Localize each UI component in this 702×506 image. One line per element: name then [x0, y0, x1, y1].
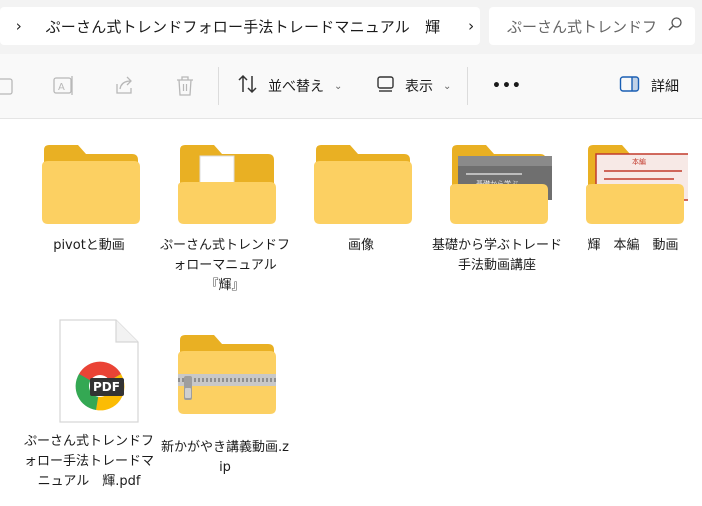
- chevron-down-icon: ⌄: [334, 80, 343, 92]
- item-label: pivotと動画: [53, 238, 125, 253]
- item-label: ぷーさん式トレンドフォローマニュアル『輝』: [160, 238, 291, 293]
- folder-with-thumbnail-icon: 本編: [586, 145, 693, 224]
- item-label: 輝 本編 動画: [587, 238, 679, 253]
- item-label: ぷーさん式トレンドフォロー手法トレードマニュアル 輝.pdf: [24, 434, 155, 489]
- pdf-file-icon: PDF: [59, 319, 139, 423]
- details-pane-icon: [619, 75, 641, 97]
- svg-text:PDF: PDF: [93, 380, 120, 394]
- item-label: 新かがやき講義動画.zip: [161, 440, 289, 475]
- rename-icon[interactable]: A: [52, 54, 76, 118]
- folder-with-document-icon: [178, 145, 276, 224]
- search-input[interactable]: ぷーさん式トレンドフ: [507, 16, 662, 37]
- toolbar-divider: [218, 67, 219, 105]
- pdf-file-item[interactable]: PDF ぷーさん式トレンドフォロー手法トレードマニュアル 輝.pdf: [24, 316, 154, 492]
- folder-item[interactable]: 画像: [296, 136, 426, 256]
- item-label: 画像: [347, 238, 374, 253]
- folder-with-thumbnail-icon: 基礎から学ぶ: [450, 145, 556, 224]
- zip-folder-item[interactable]: 新かがやき講義動画.zip: [160, 326, 290, 478]
- folder-item[interactable]: 基礎から学ぶ 基礎から学ぶトレード手法動画講座: [432, 136, 562, 276]
- paste-icon[interactable]: [0, 54, 16, 118]
- thumbnail-title: 本編: [632, 157, 646, 166]
- folder-item[interactable]: ぷーさん式トレンドフォローマニュアル『輝』: [160, 136, 290, 296]
- chevron-down-icon: ⌄: [443, 80, 452, 92]
- details-label: 詳細: [651, 79, 679, 95]
- sort-icon: [237, 73, 259, 99]
- folder-item[interactable]: pivotと動画: [24, 136, 154, 256]
- toolbar-divider: [467, 67, 468, 105]
- folder-item[interactable]: 本編 輝 本編 動画: [568, 136, 698, 256]
- folder-icon: [314, 145, 412, 224]
- view-label: 表示: [405, 79, 433, 95]
- svg-text:A: A: [58, 82, 65, 93]
- chevron-right-icon[interactable]: ›: [10, 16, 28, 36]
- breadcrumb-current-folder[interactable]: ぷーさん式トレンドフォロー手法トレードマニュアル 輝: [46, 16, 441, 37]
- zip-folder-icon: [178, 335, 276, 414]
- monitor-icon: [376, 74, 396, 98]
- folder-icon: [42, 145, 140, 224]
- sort-button[interactable]: 並べ替え ⌄: [237, 54, 342, 118]
- breadcrumb[interactable]: › ぷーさん式トレンドフォロー手法トレードマニュアル 輝 ›: [0, 7, 480, 45]
- command-bar: A 並べ替え ⌄ 表示 ⌄ ••• 詳細: [0, 54, 702, 119]
- address-bar: › ぷーさん式トレンドフォロー手法トレードマニュアル 輝 › ぷーさん式トレンド…: [0, 0, 702, 54]
- share-icon[interactable]: [114, 54, 136, 118]
- sort-label: 並べ替え: [268, 79, 324, 95]
- view-button[interactable]: 表示 ⌄: [376, 54, 451, 118]
- search-icon: [667, 16, 683, 36]
- details-pane-button[interactable]: 詳細: [619, 54, 679, 118]
- delete-icon[interactable]: [175, 54, 195, 118]
- search-box[interactable]: ぷーさん式トレンドフ: [489, 7, 695, 45]
- chevron-right-icon[interactable]: ›: [462, 16, 480, 36]
- more-options-button[interactable]: •••: [492, 54, 522, 118]
- item-label: 基礎から学ぶトレード手法動画講座: [432, 238, 563, 273]
